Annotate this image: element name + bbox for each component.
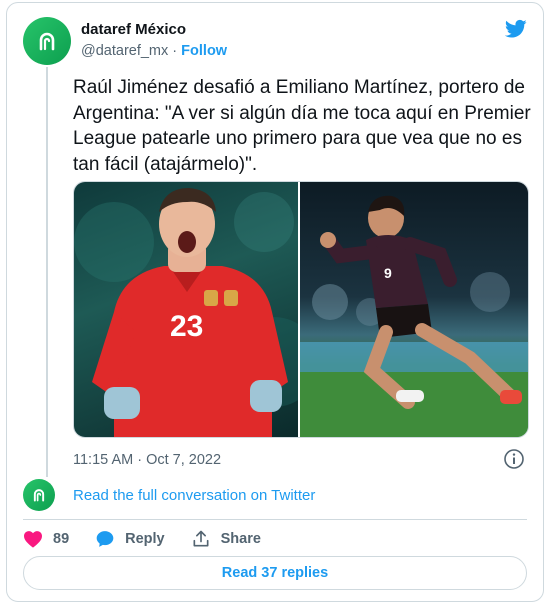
author-avatar[interactable] (23, 17, 71, 65)
goalkeeper-illustration: 23 (74, 188, 298, 437)
heart-icon (24, 531, 42, 548)
follow-button[interactable]: Follow (181, 43, 227, 59)
striker-jersey-number: 9 (384, 265, 392, 281)
striker-illustration: 9 (300, 195, 528, 437)
like-count: 89 (53, 531, 70, 547)
separator-dot: · (172, 43, 178, 59)
share-label: Share (220, 531, 261, 547)
dataref-logo-icon (39, 32, 55, 51)
dataref-logo-icon (33, 489, 45, 502)
author-handle[interactable]: @dataref_mx (81, 43, 168, 59)
tweet-timestamp[interactable]: 11:15 AM · Oct 7, 2022 (73, 452, 221, 468)
read-replies-label: Read 37 replies (221, 565, 329, 581)
twitter-bird-icon[interactable] (505, 19, 527, 39)
reply-bubble-icon (96, 531, 114, 547)
author-name[interactable]: dataref México (81, 21, 186, 38)
share-icon (193, 530, 209, 547)
read-conversation-row: Read the full conversation on Twitter (23, 479, 315, 511)
thread-line (46, 67, 48, 477)
tweet-text: Raúl Jiménez desafió a Emiliano Martínez… (73, 77, 531, 175)
divider (23, 519, 527, 520)
read-replies-button[interactable]: Read 37 replies (23, 556, 527, 590)
read-conversation-link[interactable]: Read the full conversation on Twitter (73, 487, 315, 504)
author-handle-row: @dataref_mx · Follow (81, 43, 227, 59)
info-icon[interactable] (503, 448, 525, 470)
striker-photo[interactable]: 9 (300, 182, 528, 437)
reply-label: Reply (125, 531, 165, 547)
tweet-media[interactable]: 23 9 (73, 181, 529, 438)
tweet-actions: 89 Reply Share (23, 527, 287, 551)
share-button[interactable]: Share (191, 529, 261, 549)
tweet-card: dataref México @dataref_mx · Follow Raúl… (6, 2, 544, 602)
like-button[interactable]: 89 (23, 530, 69, 548)
conversation-avatar[interactable] (23, 479, 55, 511)
goalkeeper-photo[interactable]: 23 (74, 182, 300, 437)
reply-button[interactable]: Reply (95, 529, 165, 549)
goalkeeper-jersey-number: 23 (170, 310, 203, 343)
